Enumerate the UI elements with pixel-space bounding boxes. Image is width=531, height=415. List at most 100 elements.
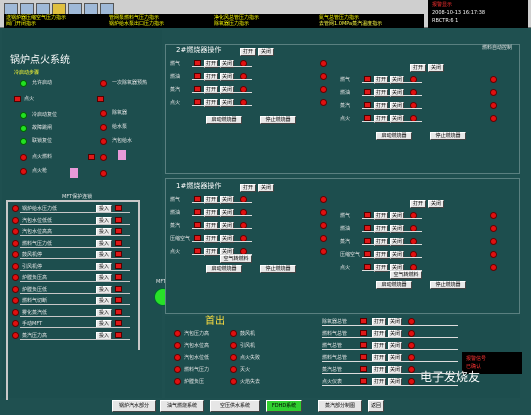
b2a-lamp-r <box>320 73 327 80</box>
b1a-row-label: 点火 <box>170 249 181 255</box>
b1a-row-label: 蒸汽 <box>170 223 181 229</box>
burner2-panel: 2#燃烧器操作 燃料自动控制 <box>165 44 520 174</box>
header-pipe <box>322 349 458 350</box>
first-out-label: 火焰失去 <box>240 379 261 385</box>
b2b-lamp-r <box>490 102 497 109</box>
b1a-pipe <box>192 215 252 216</box>
header-valve[interactable] <box>360 378 367 384</box>
header-pipe <box>322 337 458 338</box>
b2b-open[interactable]: 打开 <box>410 64 426 72</box>
burner2-title: 2#燃烧器操作 <box>176 46 222 54</box>
node-text: RBCTR:6 1 <box>432 18 459 24</box>
mft-lamp <box>12 228 19 235</box>
mft-line <box>20 281 130 282</box>
b2b-lamp-r <box>490 115 497 122</box>
b1b-lamp-r <box>490 238 497 245</box>
b1b-row-label: 燃油 <box>340 226 351 232</box>
ignite-switch[interactable] <box>14 96 21 102</box>
b2b-lamp-r <box>490 89 497 96</box>
b2a-row-label: 蒸汽 <box>170 87 181 93</box>
burner1-title: 1#燃烧器操作 <box>176 182 222 190</box>
b2a-open[interactable]: 打开 <box>240 48 256 56</box>
first-out-lamp <box>230 354 237 361</box>
b1b-close[interactable]: 关闭 <box>428 200 444 208</box>
b1a-close[interactable]: 关闭 <box>258 184 274 192</box>
nav-air-water[interactable]: 空压供水系统 <box>210 400 260 412</box>
preheat-label: 一次除氧器预热 <box>112 80 148 86</box>
b2a-close[interactable]: 关闭 <box>258 48 274 56</box>
header-valve[interactable] <box>360 342 367 348</box>
b1a-row-label: 燃气 <box>170 197 181 203</box>
first-out-label: 汽包水位高 <box>184 343 210 349</box>
b2a-stop[interactable]: 停止燃烧器 <box>260 116 296 124</box>
b1b-start[interactable]: 启动燃烧器 <box>376 281 412 289</box>
header-valve[interactable] <box>360 330 367 336</box>
mft-line <box>20 246 130 248</box>
mft-line <box>20 304 130 305</box>
mft-lamp <box>12 274 19 281</box>
ignite-label: 点火 <box>24 96 35 102</box>
alarm-8: 去管网1.0MPa蒸汽温度指示 <box>319 21 383 27</box>
mft-lamp <box>12 285 19 293</box>
b2a-row-label: 燃气 <box>170 61 181 67</box>
alarm-panel[interactable]: 送锅炉器压缩空气压力指示 管网泵燃料气压力指示 净化风总管压力指示 氮气总管压力… <box>4 14 424 28</box>
b1b-lamp-r <box>490 212 497 219</box>
b1b-stop[interactable]: 停止燃烧器 <box>430 281 466 289</box>
header-valve[interactable] <box>360 318 367 324</box>
b2b-start[interactable]: 启动燃烧器 <box>376 132 412 140</box>
nav-fdhd[interactable]: FDHD系统 <box>266 400 302 412</box>
b1b-air[interactable]: 空气转燃料 <box>390 271 422 279</box>
mft-line <box>20 315 130 317</box>
mft-line <box>20 258 130 259</box>
pink-marker-2 <box>70 168 78 178</box>
first-out-label: 炉膛负压 <box>184 379 205 385</box>
first-out-lamp <box>230 366 237 373</box>
first-out-label: 汽包水位低 <box>184 355 210 361</box>
nav-steam-water[interactable]: 锅炉汽水部分 <box>112 400 156 412</box>
mft-state <box>115 239 122 246</box>
b1b-lamp-r <box>490 251 497 258</box>
nav-fuel-burn[interactable]: 油气燃烧系统 <box>160 400 204 412</box>
first-out-lamp <box>230 342 237 349</box>
b1b-pipe <box>362 257 422 258</box>
b1a-open[interactable]: 打开 <box>240 184 256 192</box>
first-out-lamp <box>230 378 237 385</box>
command-1: 报警信号 <box>466 356 487 362</box>
mft-state <box>115 251 122 257</box>
nav-steam-chart[interactable]: 蒸汽部分制图 <box>318 400 362 412</box>
pink-marker-1 <box>118 150 126 160</box>
mft-lamp <box>12 216 19 224</box>
header-lamp <box>408 378 415 385</box>
header-valve[interactable] <box>360 366 367 372</box>
b1a-air[interactable]: 空气转燃料 <box>220 255 252 263</box>
b2b-row-label: 蒸汽 <box>340 103 351 109</box>
b1a-row-label: 压缩空气 <box>170 236 191 242</box>
b1b-row-label: 燃气 <box>340 213 351 219</box>
b2a-start[interactable]: 启动燃烧器 <box>206 116 242 124</box>
mft-state <box>115 205 122 211</box>
b2a-row-label: 燃油 <box>170 74 181 80</box>
mft-line <box>20 235 130 236</box>
b1b-lamp-r <box>490 264 497 271</box>
mft-state <box>115 216 122 223</box>
b1b-row-label: 压缩空气 <box>340 252 361 258</box>
mft-line <box>20 212 130 213</box>
header-pipe <box>322 373 458 374</box>
fuel-switch[interactable] <box>88 154 95 160</box>
mft-lamp <box>12 320 19 327</box>
b1a-lamp-r <box>320 222 327 229</box>
b2b-close[interactable]: 关闭 <box>428 64 444 72</box>
b2b-stop[interactable]: 停止燃烧器 <box>430 132 466 140</box>
dcs-screen: 送锅炉器压缩空气压力指示 管网泵燃料气压力指示 净化风总管压力指示 氮气总管压力… <box>0 0 531 415</box>
nav-return[interactable]: 返回 <box>368 400 384 412</box>
b1a-stop[interactable]: 停止燃烧器 <box>260 265 296 273</box>
b1b-open[interactable]: 打开 <box>410 200 426 208</box>
header-valve[interactable] <box>360 354 367 360</box>
ignite-switch-2[interactable] <box>97 96 104 102</box>
b1a-start[interactable]: 启动燃烧器 <box>206 265 242 273</box>
top-toolbar: 送锅炉器压缩空气压力指示 管网泵燃料气压力指示 净化风总管压力指示 氮气总管压力… <box>0 0 531 28</box>
b1b-pipe <box>362 231 422 232</box>
mft-state <box>115 285 122 292</box>
ignition-title: 锅炉点火系统 <box>10 55 70 66</box>
b2b-pipe <box>362 82 422 83</box>
